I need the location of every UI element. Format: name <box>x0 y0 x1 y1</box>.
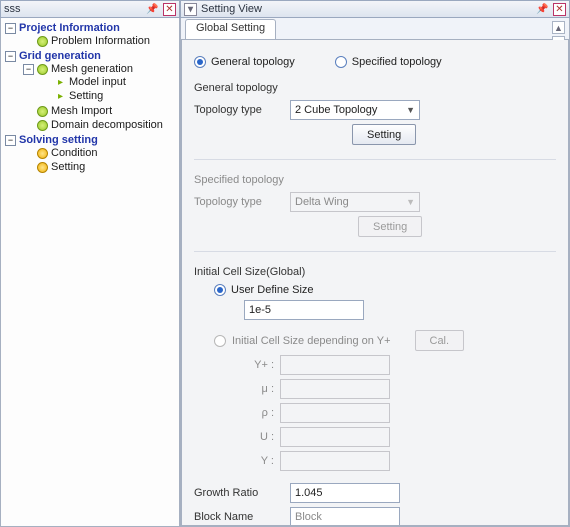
setting-panel: General topology Specified topology Gene… <box>181 40 569 526</box>
radio-general-topology[interactable]: General topology <box>194 56 295 68</box>
collapse-icon[interactable]: − <box>5 51 16 62</box>
label-growth-ratio: Growth Ratio <box>194 487 284 499</box>
pin-icon[interactable]: 📌 <box>146 3 159 16</box>
input-mu <box>280 379 390 399</box>
tree-setting[interactable]: ▸ Setting <box>41 90 179 102</box>
tree-problem-information[interactable]: Problem Information <box>23 35 179 47</box>
label-yplus: Y+ : <box>234 359 274 371</box>
input-yplus <box>280 355 390 375</box>
group-general-topology: General topology <box>194 82 556 94</box>
radio-icon <box>214 284 226 296</box>
radio-user-define-size[interactable]: User Define Size <box>214 284 556 296</box>
label-u: U : <box>234 431 274 443</box>
right-pane-header: ▾ Setting View 📌 ✕ <box>180 0 570 18</box>
radio-icon <box>335 56 347 68</box>
pin-icon[interactable]: 📌 <box>536 3 549 16</box>
leaf-icon: ▸ <box>55 77 66 88</box>
close-icon[interactable]: ✕ <box>163 3 176 16</box>
label-block-name: Block Name <box>194 511 284 523</box>
tree-solve-setting[interactable]: Setting <box>23 161 179 173</box>
tree-domain-decomposition[interactable]: Domain decomposition <box>23 119 179 131</box>
tree-view: − Project Information Problem Informatio… <box>0 18 180 527</box>
radio-yplus-size[interactable]: Initial Cell Size depending on Y+ Cal. <box>214 330 556 351</box>
node-icon <box>37 64 48 75</box>
input-u <box>280 427 390 447</box>
tree-model-input[interactable]: ▸ Model input <box>41 76 179 88</box>
radio-icon <box>194 56 206 68</box>
tree-project-information[interactable]: − Project Information <box>5 22 179 34</box>
combo-general-topology-type[interactable]: 2 Cube Topology <box>290 100 420 120</box>
tree-condition[interactable]: Condition <box>23 147 179 159</box>
label-rho: ρ : <box>234 407 274 419</box>
input-y <box>280 451 390 471</box>
input-growth-ratio[interactable] <box>290 483 400 503</box>
node-icon <box>37 162 48 173</box>
cal-button: Cal. <box>415 330 465 351</box>
collapse-icon[interactable]: − <box>23 64 34 75</box>
group-initial-cell-size: Initial Cell Size(Global) <box>194 266 556 278</box>
node-icon <box>37 120 48 131</box>
combo-specified-topology-type: Delta Wing <box>290 192 420 212</box>
tree-mesh-generation[interactable]: − Mesh generation <box>23 63 179 75</box>
tab-global-setting[interactable]: Global Setting <box>185 19 276 39</box>
scroll-up-icon[interactable]: ▲ <box>552 21 565 34</box>
tree-grid-generation[interactable]: − Grid generation <box>5 50 179 62</box>
leaf-icon: ▸ <box>55 91 66 102</box>
tree-mesh-import[interactable]: Mesh Import <box>23 105 179 117</box>
collapse-icon[interactable]: − <box>5 135 16 146</box>
radio-icon <box>214 335 226 347</box>
general-setting-button[interactable]: Setting <box>352 124 416 145</box>
close-icon[interactable]: ✕ <box>553 3 566 16</box>
input-rho <box>280 403 390 423</box>
right-pane-title: Setting View <box>201 3 532 15</box>
group-specified-topology: Specified topology <box>194 174 556 186</box>
radio-specified-topology[interactable]: Specified topology <box>335 56 442 68</box>
input-user-define-size[interactable] <box>244 300 364 320</box>
left-pane-header: sss 📌 ✕ <box>0 0 180 18</box>
node-icon <box>37 148 48 159</box>
input-block-name[interactable] <box>290 507 400 526</box>
node-icon <box>37 106 48 117</box>
label-topology-type-specified: Topology type <box>194 196 284 208</box>
specified-setting-button: Setting <box>358 216 422 237</box>
label-topology-type: Topology type <box>194 104 284 116</box>
tree-solving-setting[interactable]: − Solving setting <box>5 134 179 146</box>
window-icon[interactable]: ▾ <box>184 3 197 16</box>
node-icon <box>37 36 48 47</box>
collapse-icon[interactable]: − <box>5 23 16 34</box>
label-y: Y : <box>234 455 274 467</box>
left-pane-title: sss <box>4 3 142 15</box>
label-mu: μ : <box>234 383 274 395</box>
tab-bar: Global Setting ▲ □ <box>181 18 569 40</box>
